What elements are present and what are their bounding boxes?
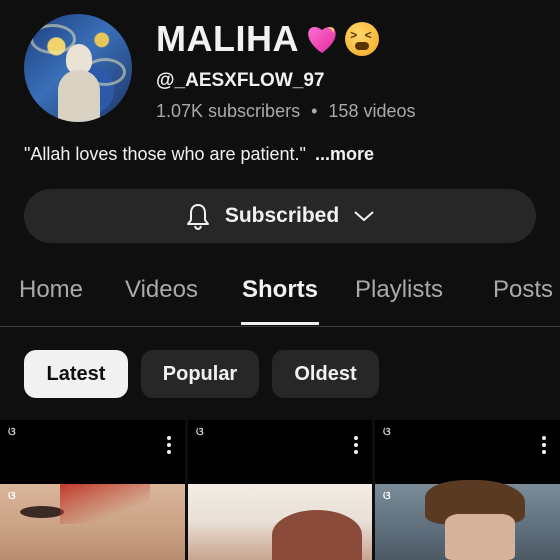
more-vert-icon[interactable] bbox=[354, 436, 358, 457]
short-thumbnail bbox=[375, 480, 560, 560]
channel-description[interactable]: "Allah loves those who are patient." ...… bbox=[24, 144, 374, 165]
capcut-icon: ଓ bbox=[383, 426, 391, 438]
channel-name-text: MALIHA bbox=[156, 18, 299, 59]
channel-handle: @_AESXFLOW_97 bbox=[156, 70, 325, 91]
shorts-grid: ଓ ଓ ଓ ଓ ଓ bbox=[0, 420, 560, 560]
capcut-icon: ଓ bbox=[8, 490, 16, 502]
capcut-icon: ଓ bbox=[383, 490, 391, 502]
subscriber-count: 1.07K subscribers bbox=[156, 101, 301, 121]
channel-avatar[interactable] bbox=[24, 14, 132, 122]
stats-separator: • bbox=[311, 101, 318, 121]
more-vert-icon[interactable] bbox=[542, 436, 546, 457]
short-item[interactable]: ଓ bbox=[188, 420, 372, 560]
short-item[interactable]: ଓ ଓ bbox=[375, 420, 560, 560]
subscribed-button[interactable]: Subscribed bbox=[24, 189, 536, 243]
channel-tabs: Home Videos Shorts Playlists Posts bbox=[0, 272, 560, 327]
short-thumbnail bbox=[0, 484, 185, 560]
short-thumbnail bbox=[188, 484, 372, 560]
capcut-icon: ଓ bbox=[8, 426, 16, 438]
bio-more-link[interactable]: ...more bbox=[315, 144, 374, 164]
bell-icon bbox=[185, 202, 211, 230]
tab-playlists[interactable]: Playlists bbox=[355, 276, 443, 304]
tab-shorts[interactable]: Shorts bbox=[242, 276, 318, 304]
bio-text: "Allah loves those who are patient." bbox=[24, 144, 306, 164]
short-item[interactable]: ଓ ଓ bbox=[0, 420, 185, 560]
more-vert-icon[interactable] bbox=[167, 436, 171, 457]
channel-name: MALIHA bbox=[156, 18, 379, 60]
active-tab-indicator bbox=[241, 322, 319, 325]
chevron-down-icon bbox=[353, 209, 375, 223]
avatar-figure-body bbox=[58, 70, 100, 122]
tired-face-icon bbox=[344, 22, 379, 56]
video-count: 158 videos bbox=[328, 101, 416, 121]
tab-videos[interactable]: Videos bbox=[125, 276, 198, 304]
subscribed-label: Subscribed bbox=[224, 204, 340, 227]
capcut-icon: ଓ bbox=[196, 426, 204, 438]
filter-popular[interactable]: Popular bbox=[141, 350, 259, 398]
sparkling-heart-icon bbox=[305, 22, 339, 56]
tab-home[interactable]: Home bbox=[19, 276, 83, 304]
channel-stats: 1.07K subscribers • 158 videos bbox=[156, 101, 416, 122]
filter-oldest[interactable]: Oldest bbox=[272, 350, 379, 398]
tab-posts[interactable]: Posts bbox=[493, 276, 553, 304]
filter-latest[interactable]: Latest bbox=[24, 350, 128, 398]
